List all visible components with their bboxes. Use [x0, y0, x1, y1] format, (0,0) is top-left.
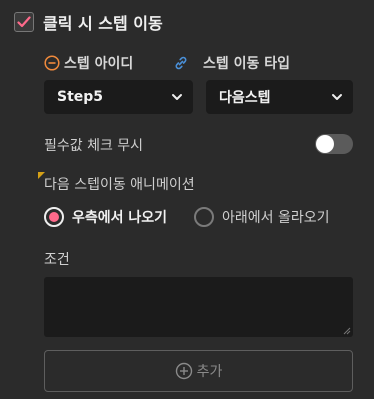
condition-label-row: 조건 — [44, 249, 70, 269]
step-move-type-select[interactable]: 다음스텝 — [206, 80, 353, 114]
ignore-required-toggle[interactable] — [315, 134, 353, 154]
radio-right-button[interactable] — [44, 207, 64, 227]
radio-selected-dot — [49, 212, 59, 222]
step-move-type-value: 다음스텝 — [219, 90, 271, 106]
step-id-select[interactable]: Step5 — [44, 80, 193, 114]
link-icon — [175, 56, 187, 70]
toggle-knob — [316, 135, 334, 153]
add-button[interactable]: 추가 — [44, 350, 353, 392]
minus-circle-icon — [44, 55, 60, 71]
chevron-down-icon — [332, 94, 342, 100]
radio-bottom-button[interactable] — [194, 207, 214, 227]
move-on-click-title: 클릭 시 스텝 이동 — [43, 14, 163, 33]
animation-label-row: 다음 스텝이동 애니메이션 — [44, 174, 195, 194]
check-icon — [17, 16, 31, 28]
move-on-click-checkbox[interactable] — [14, 12, 34, 32]
chevron-down-icon — [172, 94, 182, 100]
radio-option-bottom[interactable]: 아래에서 올라오기 — [194, 207, 330, 227]
step-id-value: Step5 — [57, 89, 104, 105]
add-button-label: 추가 — [196, 364, 223, 380]
move-on-click-toggle-row[interactable]: 클릭 시 스텝 이동 — [14, 10, 163, 34]
plus-circle-icon — [175, 362, 192, 380]
ignore-required-row: 필수값 체크 무시 — [44, 135, 143, 155]
step-move-type-label-row: 스텝 이동 타입 — [173, 53, 290, 73]
condition-textarea[interactable] — [44, 277, 353, 337]
radio-right-label: 우측에서 나오기 — [72, 210, 168, 226]
step-id-label-row: 스텝 아이디 — [44, 53, 133, 73]
resize-handle-icon[interactable] — [342, 326, 351, 335]
radio-bottom-label: 아래에서 올라오기 — [222, 210, 330, 226]
step-id-label: 스텝 아이디 — [64, 56, 134, 72]
step-move-type-label: 스텝 이동 타입 — [203, 56, 291, 72]
condition-label: 조건 — [44, 252, 70, 268]
animation-label: 다음 스텝이동 애니메이션 — [44, 177, 195, 193]
ignore-required-label: 필수값 체크 무시 — [44, 138, 144, 154]
radio-option-right[interactable]: 우측에서 나오기 — [44, 207, 167, 227]
